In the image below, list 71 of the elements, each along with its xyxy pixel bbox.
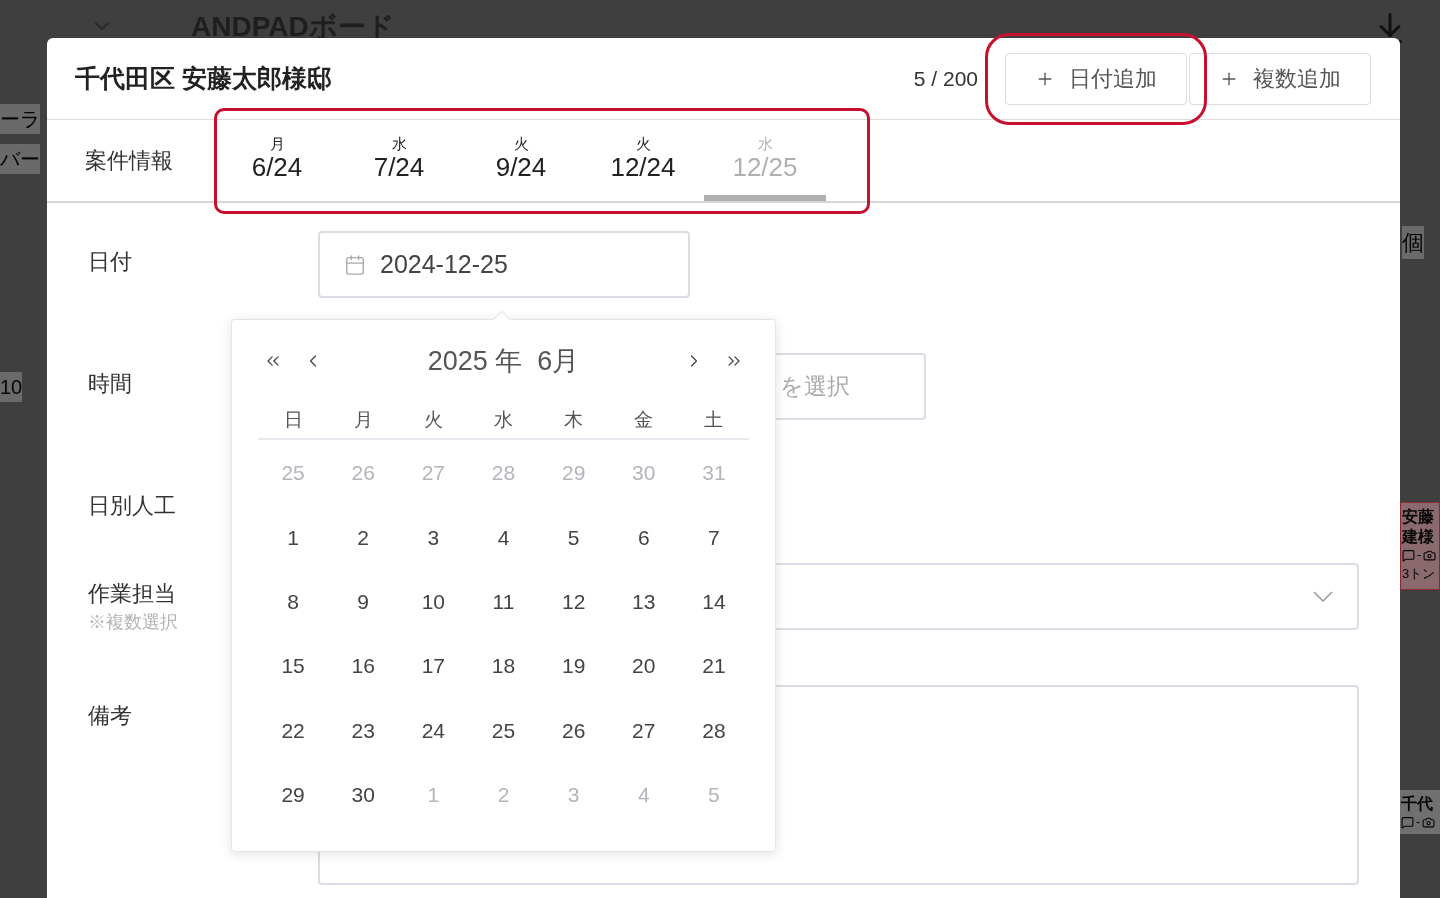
calendar-day[interactable]: 16 xyxy=(351,650,375,682)
card-title: 千代 xyxy=(1401,794,1434,814)
calendar-day[interactable]: 18 xyxy=(491,650,516,682)
camera-icon xyxy=(1422,815,1436,829)
counter: 5 / 200 xyxy=(913,65,978,92)
weekday-label: 土 xyxy=(703,407,725,432)
calendar-day[interactable]: 1 xyxy=(287,521,299,554)
calendar-day[interactable]: 23 xyxy=(351,714,375,747)
weekday-label: 月 xyxy=(352,407,374,432)
weekday-label: 金 xyxy=(633,407,655,432)
calendar-day[interactable]: 30 xyxy=(351,778,375,811)
card-title: 安藤 xyxy=(1402,507,1435,527)
calendar-day[interactable]: 22 xyxy=(281,714,305,747)
calendar-day[interactable]: 20 xyxy=(632,650,656,682)
dialog-title: 千代田区 安藤太郎様邸 xyxy=(75,62,333,94)
date-value: 2024-12-25 xyxy=(380,248,508,280)
field-label: 日別人工 xyxy=(88,492,176,520)
add-button[interactable]: 複数追加 xyxy=(1189,52,1371,105)
calendar-day[interactable]: 28 xyxy=(702,714,726,747)
calendar-day[interactable]: 7 xyxy=(708,521,720,554)
field-label: 作業担当 xyxy=(88,580,176,608)
card-note: 3トン xyxy=(1402,565,1437,583)
add-button[interactable]: 日付追加 xyxy=(1005,52,1187,105)
field-label: 日付 xyxy=(88,248,132,276)
camera-icon xyxy=(1423,548,1437,562)
calendar-day[interactable]: 11 xyxy=(492,586,515,618)
background-text: 10 xyxy=(0,372,23,402)
date-tab[interactable]: 水 7/24 xyxy=(338,120,460,201)
field-label: 時間 xyxy=(88,370,132,398)
calendar-day[interactable]: 6 xyxy=(637,521,650,554)
card-meta: - xyxy=(1417,547,1422,563)
date-tab[interactable]: 月 6/24 xyxy=(216,120,338,201)
calendar-day[interactable]: 19 xyxy=(561,650,586,682)
date-tab[interactable]: 火 12/24 xyxy=(582,120,704,201)
calendar-day[interactable]: 3 xyxy=(427,521,440,554)
calendar-day[interactable]: 12 xyxy=(561,586,586,618)
field-label: 備考 xyxy=(88,702,132,730)
chevron-down-icon xyxy=(1313,591,1333,602)
calendar-day[interactable]: 4 xyxy=(497,521,510,554)
comment-icon xyxy=(1402,548,1415,562)
date-tab[interactable]: 火 9/24 xyxy=(460,120,582,201)
calendar-day[interactable]: 15 xyxy=(281,650,305,682)
calendar-day[interactable]: 24 xyxy=(421,714,446,747)
calendar-day[interactable]: 2 xyxy=(357,521,370,554)
date-field[interactable]: 2024-12-25 xyxy=(318,231,690,298)
weekday-label: 火 xyxy=(422,407,444,432)
calendar-day[interactable]: 10 xyxy=(421,586,446,618)
weekday-label: 日 xyxy=(282,407,304,432)
month-title: 2025 年 6月 xyxy=(426,344,581,378)
card-title: 建様 xyxy=(1402,527,1435,547)
calendar-day[interactable]: 14 xyxy=(702,586,726,618)
background-text: 個 xyxy=(1402,226,1424,259)
background-text: バー xyxy=(0,144,40,174)
calendar-day[interactable]: 13 xyxy=(632,586,656,618)
section-label: 案件情報 xyxy=(85,147,174,175)
card-meta: - xyxy=(1416,814,1421,830)
calendar-icon xyxy=(344,253,366,276)
background-text: ーラ xyxy=(0,104,40,134)
calendar-day[interactable]: 5 xyxy=(567,521,580,554)
field-note: ※複数選択 xyxy=(88,611,178,634)
calendar-day[interactable]: 8 xyxy=(287,586,299,618)
calendar-day[interactable]: 17 xyxy=(421,650,446,682)
weekday-label: 木 xyxy=(563,407,585,432)
calendar-day[interactable]: 27 xyxy=(632,714,656,747)
calendar-day[interactable]: 26 xyxy=(561,714,586,747)
calendar-day[interactable]: 29 xyxy=(281,778,305,811)
weekday-label: 水 xyxy=(493,407,514,432)
comment-icon xyxy=(1401,815,1414,829)
calendar-day[interactable]: 25 xyxy=(491,714,516,747)
calendar-day[interactable]: 9 xyxy=(357,586,370,618)
calendar-day[interactable]: 21 xyxy=(702,650,726,682)
